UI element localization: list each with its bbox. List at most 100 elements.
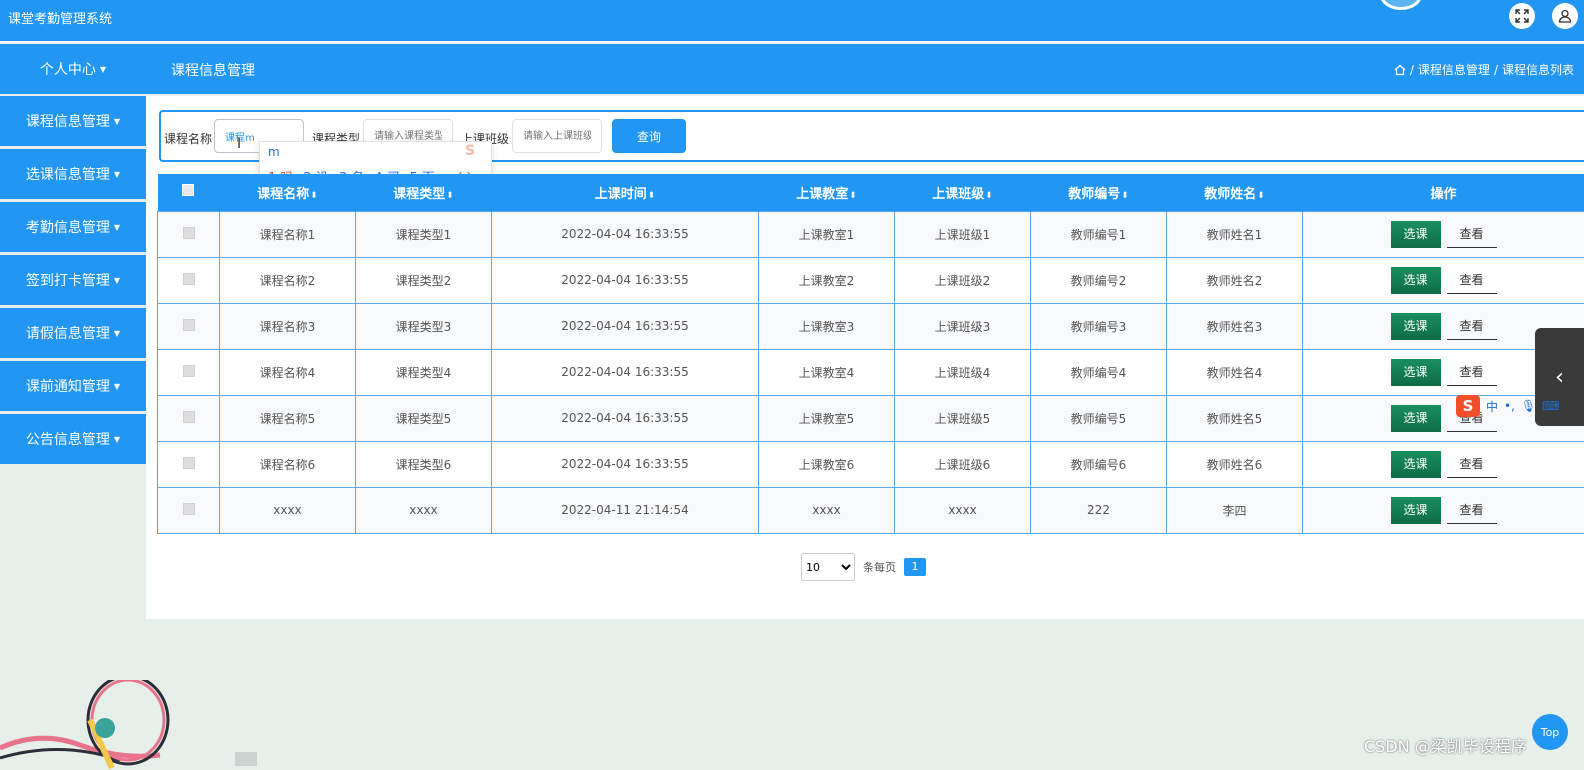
avatar[interactable] (1380, 0, 1422, 10)
sidebar-item-checkin[interactable]: 签到打卡管理 ▼ (0, 255, 146, 305)
breadcrumb-item-course-list: 课程信息列表 (1501, 63, 1574, 77)
cell-course-name: 课程名称6 (219, 440, 356, 488)
sort-icon[interactable]: ⬍ (1121, 191, 1129, 201)
row-select-cell (157, 440, 220, 488)
cell-course-type: 课程类型4 (355, 348, 492, 396)
column-header-label: 课程类型 (393, 186, 446, 202)
cell-time: 2022-04-11 21:14:54 (491, 486, 759, 534)
sort-icon[interactable]: ⬍ (985, 191, 993, 201)
table-row[interactable]: 课程名称5 课程类型5 2022-04-04 16:33:55 上课教室5 上课班级5 教… (157, 394, 1584, 442)
page-number-current[interactable]: 1 (904, 558, 926, 576)
table-row[interactable]: 课程名称3 课程类型3 2022-04-04 16:33:55 上课教室3 上课班级3 教… (157, 302, 1584, 350)
row-checkbox[interactable] (182, 502, 195, 515)
cell-teacher-name: 教师姓名4 (1166, 348, 1303, 396)
row-select-cell (157, 348, 220, 396)
cell-course-name: 课程名称1 (219, 210, 356, 258)
column-header-course-type[interactable]: 课程类型⬍ (355, 174, 492, 211)
page-title: 课程信息管理 (171, 63, 255, 79)
row-select-cell (157, 302, 220, 350)
select-course-button[interactable]: 选课 (1390, 220, 1441, 248)
breadcrumb-separator: / (1409, 62, 1414, 77)
row-select-cell (157, 256, 220, 304)
nav-bar: 个人中心 ▼ 课程信息管理 / 课程信息管理 / 课程信息列表 (0, 44, 1584, 94)
select-all-checkbox[interactable] (182, 184, 195, 197)
class-input[interactable] (512, 119, 602, 153)
row-checkbox[interactable] (182, 456, 195, 469)
select-course-button[interactable]: 选课 (1390, 450, 1441, 478)
ime-punctuation-icon[interactable]: •, (1504, 399, 1515, 413)
ime-mode-toggle[interactable]: 中 (1486, 398, 1498, 415)
column-header-teacher-name[interactable]: 教师姓名⬍ (1166, 174, 1303, 211)
select-course-button[interactable]: 选课 (1390, 496, 1441, 524)
column-header-label: 教师编号 (1068, 186, 1121, 202)
page-size-select[interactable]: 10 (801, 553, 855, 581)
personal-center-menu[interactable]: 个人中心 ▼ (0, 44, 146, 94)
table-row[interactable]: 课程名称4 课程类型4 2022-04-04 16:33:55 上课教室4 上课班级4 教… (157, 348, 1584, 396)
ime-logo-icon[interactable]: S (1456, 395, 1480, 417)
sort-icon[interactable]: ⬍ (310, 191, 318, 201)
sidebar-item-pre-class-notice[interactable]: 课前通知管理 ▼ (0, 361, 146, 411)
cell-class: 上课班级3 (894, 302, 1031, 350)
watermark: CSDN @梁凯毕设程序 (1364, 737, 1527, 756)
view-button[interactable]: 查看 (1446, 451, 1497, 478)
course-table: 课程名称⬍ 课程类型⬍ 上课时间⬍ 上课教室⬍ 上课班级⬍ 教师编号⬍ 教师姓名… (157, 174, 1584, 534)
sidebar-item-course[interactable]: 课程信息管理 ▼ (0, 96, 146, 146)
cell-class: 上课班级5 (894, 394, 1031, 442)
breadcrumb-item-course-management[interactable]: 课程信息管理 (1418, 61, 1490, 78)
back-to-top-button[interactable]: Top (1532, 714, 1568, 750)
select-course-button[interactable]: 选课 (1390, 266, 1441, 294)
select-course-button[interactable]: 选课 (1390, 404, 1441, 432)
sort-icon[interactable]: ⬍ (849, 191, 857, 201)
table-row[interactable]: 课程名称2 课程类型2 2022-04-04 16:33:55 上课教室2 上课班级2 教… (157, 256, 1584, 304)
home-icon[interactable] (1394, 64, 1406, 76)
app-title: 课堂考勤管理系统 (8, 12, 113, 27)
column-header-time[interactable]: 上课时间⬍ (491, 174, 759, 211)
fullscreen-icon[interactable] (1509, 3, 1535, 29)
sidebar-item-announcement[interactable]: 公告信息管理 ▼ (0, 414, 146, 464)
cell-teacher-name: 教师姓名6 (1166, 440, 1303, 488)
row-select-cell (157, 210, 220, 258)
sort-icon[interactable]: ⬍ (1257, 191, 1265, 201)
row-checkbox[interactable] (182, 272, 195, 285)
breadcrumb-separator: / (1493, 62, 1498, 77)
sidebar-item-leave[interactable]: 请假信息管理 ▼ (0, 308, 146, 358)
keyboard-icon[interactable]: ⌨ (1542, 399, 1559, 413)
table-row[interactable]: 课程名称1 课程类型1 2022-04-04 16:33:55 上课教室1 上课班级1 教… (157, 210, 1584, 258)
ime-composition: m (268, 145, 280, 159)
row-checkbox[interactable] (182, 364, 195, 377)
sidebar-item-attendance[interactable]: 考勤信息管理 ▼ (0, 202, 146, 252)
column-header-room[interactable]: 上课教室⬍ (758, 174, 895, 211)
cell-class: 上课班级1 (894, 210, 1031, 258)
caret-down-icon: ▼ (113, 169, 121, 179)
row-checkbox[interactable] (182, 318, 195, 331)
cell-course-type: 课程类型3 (355, 302, 492, 350)
column-header-class[interactable]: 上课班级⬍ (894, 174, 1031, 211)
table-header-row: 课程名称⬍ 课程类型⬍ 上课时间⬍ 上课教室⬍ 上课班级⬍ 教师编号⬍ 教师姓名… (157, 174, 1584, 211)
search-button[interactable]: 查询 (612, 119, 686, 153)
view-button[interactable]: 查看 (1446, 497, 1497, 524)
cell-teacher-no: 教师编号6 (1030, 440, 1167, 488)
sidebar-item-course-selection[interactable]: 选课信息管理 ▼ (0, 149, 146, 199)
view-button[interactable]: 查看 (1446, 267, 1497, 294)
table-row[interactable]: 课程名称6 课程类型6 2022-04-04 16:33:55 上课教室6 上课班级6 教… (157, 440, 1584, 488)
table-row[interactable]: xxxx xxxx 2022-04-11 21:14:54 xxxx xxxx 222 李四… (157, 486, 1584, 534)
view-button[interactable]: 查看 (1446, 359, 1497, 386)
column-header-teacher-no[interactable]: 教师编号⬍ (1030, 174, 1167, 211)
sort-icon[interactable]: ⬍ (648, 191, 656, 201)
view-button[interactable]: 查看 (1446, 221, 1497, 248)
row-checkbox[interactable] (182, 226, 195, 239)
column-header-course-name[interactable]: 课程名称⬍ (219, 174, 356, 211)
select-course-button[interactable]: 选课 (1390, 312, 1441, 340)
row-checkbox[interactable] (182, 410, 195, 423)
column-header-label: 上课教室 (796, 186, 849, 202)
cell-course-name: 课程名称5 (219, 394, 356, 442)
view-button[interactable]: 查看 (1446, 313, 1497, 340)
select-course-button[interactable]: 选课 (1390, 358, 1441, 386)
top-bar: 课堂考勤管理系统 (0, 0, 1584, 41)
sort-icon[interactable]: ⬍ (446, 191, 454, 201)
top-divider (0, 41, 1584, 43)
sidebar-item-label: 签到打卡管理 (25, 273, 110, 289)
microphone-icon[interactable]: 🎙 (1521, 399, 1536, 413)
user-icon[interactable] (1552, 3, 1578, 29)
cell-actions: 选课 查看 (1302, 210, 1584, 258)
